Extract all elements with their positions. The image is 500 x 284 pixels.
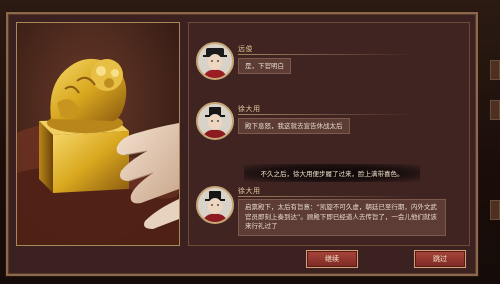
seal-illustration xyxy=(16,22,180,246)
speaker-name: 徐大用 xyxy=(238,187,261,195)
speaker-name: 远俊 xyxy=(238,45,253,53)
skip-button[interactable]: 跳过 xyxy=(414,250,466,268)
eunuch-avatar xyxy=(196,102,234,140)
dialogue-bubble: 殿下息怒，我这就去宣告休战太后 xyxy=(238,118,350,134)
dialogue-bubble: 启禀殿下，太后有旨意：“凯旋不可久虚，朝廷已至行期，内外文武官员即刻上奏到达”。… xyxy=(238,199,446,236)
speaker-name: 徐大用 xyxy=(238,105,261,113)
official-portrait-icon xyxy=(198,44,232,78)
golden-seal-icon xyxy=(17,23,179,245)
speaker-divider xyxy=(238,54,414,55)
narration-text: 不久之后，徐大用便步履了过来，脸上满带喜色。 xyxy=(244,164,420,182)
official-black-hat-avatar xyxy=(196,42,234,80)
dialogue-bubble: 是，下官明白 xyxy=(238,58,291,74)
speaker-divider xyxy=(238,114,414,115)
eunuch-portrait-icon xyxy=(198,104,232,138)
eunuch-avatar xyxy=(196,186,234,224)
eunuch-portrait-icon xyxy=(198,188,232,222)
continue-button[interactable]: 继续 xyxy=(306,250,358,268)
speaker-divider xyxy=(238,196,414,197)
